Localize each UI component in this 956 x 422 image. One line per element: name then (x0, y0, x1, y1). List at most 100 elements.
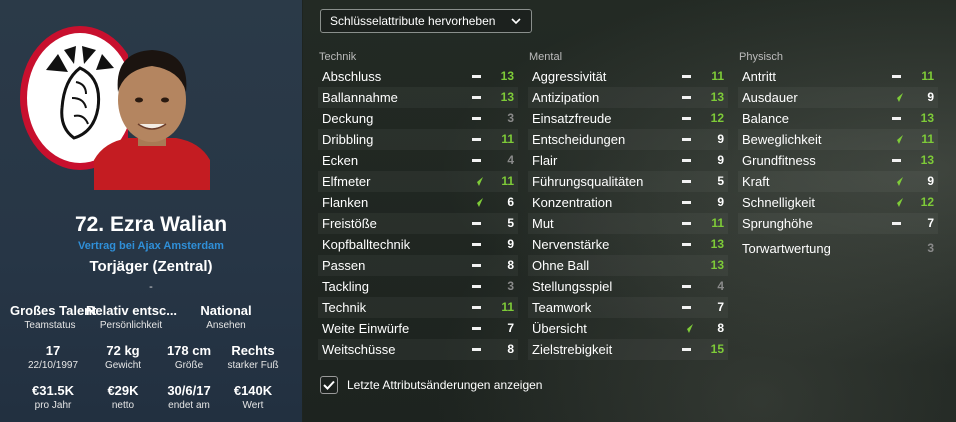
preferred-foot: Rechts starker Fuß (212, 343, 294, 371)
attribute-row[interactable]: Kopfballtechnik 9 (318, 234, 518, 255)
show-changes-checkbox[interactable]: Letzte Attributsänderungen anzeigen (320, 375, 580, 397)
reputation: National Ansehen (176, 303, 276, 331)
attribute-name: Passen (322, 258, 366, 273)
attribute-value: 7 (717, 300, 724, 314)
attribute-value: 8 (507, 258, 514, 272)
attribute-row[interactable]: Ohne Ball 13 (528, 255, 728, 276)
attribute-value: 11 (711, 216, 724, 230)
attribute-row[interactable]: Konzentration 9 (528, 192, 728, 213)
attribute-name: Schnelligkeit (742, 195, 815, 210)
attribute-row[interactable]: Deckung 3 (318, 108, 518, 129)
attribute-row[interactable]: Führungsqualitäten 5 (528, 171, 728, 192)
attribute-row[interactable]: Teamwork 7 (528, 297, 728, 318)
attribute-value: 9 (927, 174, 934, 188)
contract-link[interactable]: Vertrag bei Ajax Amsterdam (0, 240, 302, 252)
reputation-value: National (200, 303, 252, 318)
goalkeeper-rating-label: Torwartwertung (742, 241, 831, 256)
attribute-row[interactable]: Technik 11 (318, 297, 518, 318)
attribute-row[interactable]: Weite Einwürfe 7 (318, 318, 518, 339)
trend-neutral-icon (680, 133, 694, 145)
attribute-name: Stellungsspiel (532, 279, 613, 294)
attribute-row[interactable]: Aggressivität 11 (528, 66, 728, 87)
attribute-value: 13 (500, 69, 514, 83)
attribute-row[interactable]: Kraft 9 (738, 171, 938, 192)
attribute-name: Einsatzfreude (532, 111, 612, 126)
attribute-row[interactable]: Abschluss 13 (318, 66, 518, 87)
personality-label: Persönlichkeit (99, 320, 163, 331)
highlight-dropdown[interactable]: Schlüsselattribute hervorheben (320, 9, 532, 33)
attribute-name: Technik (322, 300, 367, 315)
attribute-value: 11 (501, 174, 514, 188)
attribute-name: Nervenstärke (532, 237, 610, 252)
attribute-row[interactable]: Freistöße 5 (318, 213, 518, 234)
attribute-value: 9 (927, 90, 934, 104)
attribute-name: Beweglichkeit (742, 132, 822, 147)
goalkeeper-rating-row[interactable]: Torwartwertung 3 (738, 238, 938, 259)
attribute-row[interactable]: Grundfitness 13 (738, 150, 938, 171)
highlight-dropdown-label: Schlüsselattribute hervorheben (330, 14, 496, 28)
personality-value: Relativ entsc... (86, 303, 178, 318)
attribute-name: Weite Einwürfe (322, 321, 410, 336)
checkbox-box[interactable] (320, 376, 338, 394)
attribute-row[interactable]: Entscheidungen 9 (528, 129, 728, 150)
trend-neutral-icon (470, 154, 484, 166)
trend-neutral-icon (680, 280, 694, 292)
trend-neutral-icon (680, 154, 694, 166)
attribute-row[interactable]: Sprunghöhe 7 (738, 213, 938, 234)
attribute-name: Aggressivität (532, 69, 607, 84)
attribute-row[interactable]: Nervenstärke 13 (528, 234, 728, 255)
attribute-name: Dribbling (322, 132, 374, 147)
attribute-name: Antritt (742, 69, 776, 84)
attribute-name: Antizipation (532, 90, 600, 105)
attribute-name: Konzentration (532, 195, 613, 210)
attribute-name: Ecken (322, 153, 359, 168)
attribute-row[interactable]: Antritt 11 (738, 66, 938, 87)
trend-neutral-icon (890, 112, 904, 124)
attribute-name: Ohne Ball (532, 258, 590, 273)
attribute-row[interactable]: Ecken 4 (318, 150, 518, 171)
attribute-row[interactable]: Tackling 3 (318, 276, 518, 297)
attribute-value: 11 (711, 69, 724, 83)
player-panel: 72. Ezra Walian Vertrag bei Ajax Amsterd… (0, 0, 302, 422)
market-value-value: €140K (233, 383, 273, 398)
attribute-name: Übersicht (532, 321, 587, 336)
attribute-row[interactable]: Zielstrebigkeit 15 (528, 339, 728, 360)
attribute-row[interactable]: Flair 9 (528, 150, 728, 171)
show-changes-label: Letzte Attributsänderungen anzeigen (347, 378, 543, 392)
trend-neutral-icon (680, 91, 694, 103)
attribute-row[interactable]: Ballannahme 13 (318, 87, 518, 108)
attribute-row[interactable]: Antizipation 13 (528, 87, 728, 108)
trend-up-icon (890, 91, 904, 103)
attribute-row[interactable]: Flanken 6 (318, 192, 518, 213)
attribute-name: Teamwork (532, 300, 592, 315)
attribute-row[interactable]: Weitschüsse 8 (318, 339, 518, 360)
attributes-panel: Schlüsselattribute hervorheben Technik M… (303, 0, 956, 422)
attribute-row[interactable]: Einsatzfreude 12 (528, 108, 728, 129)
attribute-row[interactable]: Stellungsspiel 4 (528, 276, 728, 297)
attribute-value: 4 (507, 153, 514, 167)
attribute-row[interactable]: Ausdauer 9 (738, 87, 938, 108)
attribute-row[interactable]: Dribbling 11 (318, 129, 518, 150)
attribute-value: 11 (501, 132, 514, 146)
trend-neutral-icon (470, 133, 484, 145)
attribute-name: Abschluss (322, 69, 382, 84)
attribute-row[interactable]: Balance 13 (738, 108, 938, 129)
market-value-label: Wert (242, 400, 264, 411)
attribute-value: 9 (717, 195, 724, 209)
attribute-name: Ausdauer (742, 90, 798, 105)
attribute-value: 4 (717, 279, 724, 293)
attribute-row[interactable]: Passen 8 (318, 255, 518, 276)
trend-up-icon (890, 175, 904, 187)
attribute-value: 13 (710, 258, 724, 272)
attribute-value: 5 (507, 216, 514, 230)
attribute-row[interactable]: Schnelligkeit 12 (738, 192, 938, 213)
attribute-row[interactable]: Elfmeter 11 (318, 171, 518, 192)
column-header-physisch: Physisch (739, 51, 784, 63)
attribute-name: Kraft (742, 174, 770, 189)
attribute-name: Deckung (322, 111, 374, 126)
attribute-row[interactable]: Beweglichkeit 11 (738, 129, 938, 150)
attribute-row[interactable]: Übersicht 8 (528, 318, 728, 339)
attribute-row[interactable]: Mut 11 (528, 213, 728, 234)
personality: Relativ entsc... Persönlichkeit (86, 303, 178, 331)
attribute-value: 3 (507, 111, 514, 125)
